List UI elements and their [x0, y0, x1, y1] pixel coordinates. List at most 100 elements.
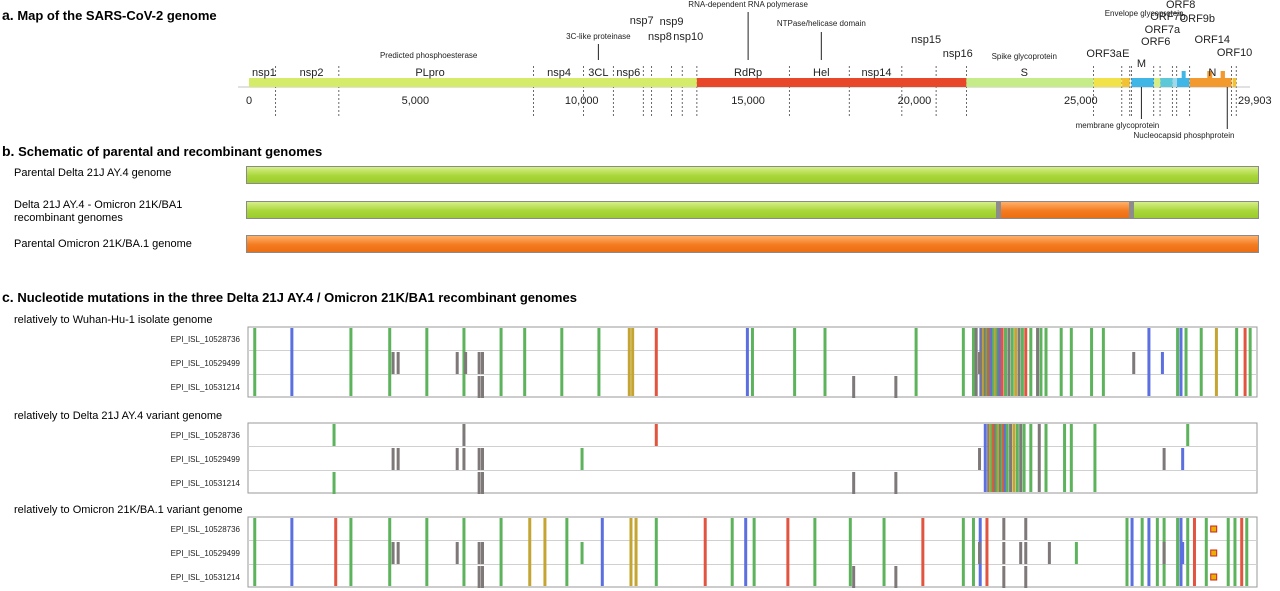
mutation-row2-0	[332, 472, 336, 494]
gene-segment-5	[1131, 78, 1154, 87]
mutation-all-16	[1019, 424, 1023, 492]
mutation-all-6	[499, 328, 503, 396]
below-label-0: membrane glycoprotein	[1076, 121, 1160, 130]
mutation-row2-3	[894, 376, 898, 398]
sequence-label-1: EPI_ISL_10529499	[171, 549, 241, 558]
mutation-all-18	[752, 518, 756, 586]
gene-segment-3	[1093, 78, 1122, 87]
mutation-all-8	[560, 328, 564, 396]
mutation-row1-8	[1162, 448, 1166, 470]
gene-label-2: PLpro	[415, 67, 444, 79]
mutation-row1-12	[1162, 542, 1166, 564]
gene-label-22: E	[1122, 48, 1129, 60]
mutation-all-43	[1036, 328, 1040, 396]
parental-omicron-bar	[246, 235, 1259, 253]
mutation-marker-1	[1210, 549, 1218, 557]
mutation-row1-1	[396, 542, 400, 564]
mutation-row1-3	[477, 542, 481, 564]
gene-label-32: Envelope glycoprotein	[1105, 9, 1184, 18]
reference-label-omicron: relatively to Omicron 21K/BA.1 variant g…	[14, 504, 243, 516]
mutation-row2-4	[1002, 566, 1006, 588]
mutation-row0-1	[1024, 518, 1028, 540]
mutation-row1-0	[391, 352, 395, 374]
mutation-all-7	[499, 518, 503, 586]
mutation-all-36	[1007, 328, 1011, 396]
mutation-all-31	[1147, 518, 1151, 586]
mutation-row1-6	[978, 352, 982, 374]
mutation-row1-10	[1047, 542, 1051, 564]
gene-segment-1	[696, 78, 967, 87]
gene-segment-4	[1122, 78, 1130, 87]
mutation-row1-2	[455, 352, 459, 374]
mutation-all-11	[600, 518, 604, 586]
recombinant-label-line1: Delta 21J AY.4 - Omicron 21K/BA1	[14, 199, 183, 211]
mutation-panel-delta: EPI_ISL_10528736 EPI_ISL_10529499 EPI_ISL_…	[171, 422, 1258, 494]
mutation-all-58	[1248, 328, 1252, 396]
gene-label-24: ORF6	[1141, 36, 1170, 48]
gene-label-28: ORF9b	[1180, 13, 1215, 25]
mutation-all-0	[983, 424, 987, 492]
mutation-row0-0	[1002, 518, 1006, 540]
omicron-insert-segment	[995, 202, 1135, 218]
tick-label-6: 29,903	[1238, 95, 1272, 107]
mutation-row1-9	[1024, 542, 1028, 564]
mutation-all-18	[961, 328, 965, 396]
gene-bump-2	[1220, 71, 1225, 79]
mutation-all-41	[1024, 328, 1028, 396]
mutation-row1-5	[481, 448, 485, 470]
gene-segment-8	[1172, 78, 1178, 87]
gene-label-17: NTPase/helicase domain	[777, 19, 866, 28]
gene-label-23: M	[1137, 58, 1146, 70]
mutation-all-51	[1176, 328, 1180, 396]
mutation-row1-7	[978, 448, 982, 470]
mutation-all-37	[1192, 518, 1196, 586]
tick-label-1: 5,000	[402, 95, 430, 107]
mutation-all-22	[882, 518, 886, 586]
mutation-all-21	[1063, 424, 1067, 492]
gene-label-25: ORF7a	[1145, 24, 1181, 36]
mutation-all-4	[388, 518, 392, 586]
gene-label-3: nsp4	[547, 67, 571, 79]
mutation-all-44	[1039, 328, 1043, 396]
mutation-row1-13	[1181, 542, 1185, 564]
mutation-row0-1	[462, 424, 466, 446]
recombinant-bar	[246, 201, 1259, 219]
mutation-all-36	[1186, 518, 1190, 586]
mutation-all-6	[462, 518, 466, 586]
sequence-label-2: EPI_ISL_10531214	[171, 573, 241, 582]
mutation-row1-6	[580, 448, 584, 470]
mutation-all-47	[1069, 328, 1073, 396]
mutation-all-41	[1240, 518, 1244, 586]
mutation-all-20	[1044, 424, 1048, 492]
mutation-all-32	[1155, 518, 1159, 586]
gene-segment-7	[1160, 78, 1173, 87]
tick-label-0: 0	[246, 95, 252, 107]
mutation-row1-8	[1160, 352, 1164, 374]
mutation-row2-2	[852, 376, 856, 398]
mutation-row1-3	[462, 448, 466, 470]
mutation-all-2	[334, 518, 338, 586]
mutation-row2-4	[894, 472, 898, 494]
mutation-row2-2	[852, 566, 856, 588]
mutation-all-54	[1199, 328, 1203, 396]
mutation-row2-2	[481, 472, 485, 494]
mutation-all-0	[253, 328, 257, 396]
mutation-row0-0	[332, 424, 336, 446]
mutation-row1-1	[396, 448, 400, 470]
parental-omicron-label: Parental Omicron 21K/BA.1 genome	[14, 238, 192, 250]
mutation-all-45	[1044, 328, 1048, 396]
mutation-all-37	[1010, 328, 1014, 396]
mutation-all-34	[1000, 328, 1004, 396]
mutation-all-2	[349, 328, 353, 396]
mutation-all-13	[634, 518, 638, 586]
mutation-row1-4	[481, 352, 485, 374]
sequence-label-2: EPI_ISL_10531214	[171, 383, 241, 392]
mutation-row1-1	[396, 352, 400, 374]
sequence-label-0: EPI_ISL_10528736	[171, 335, 241, 344]
genome-map: 0 5,000 10,000 15,000 20,000 25,000 29,903 nsp1…	[238, 0, 1272, 140]
mutation-all-21	[848, 518, 852, 586]
mutation-all-55	[1214, 328, 1218, 396]
mutation-all-16	[730, 518, 734, 586]
recombinant-label-line2: recombinant genomes	[14, 212, 123, 224]
section-b-title: b. Schematic of parental and recombinant…	[2, 143, 322, 159]
